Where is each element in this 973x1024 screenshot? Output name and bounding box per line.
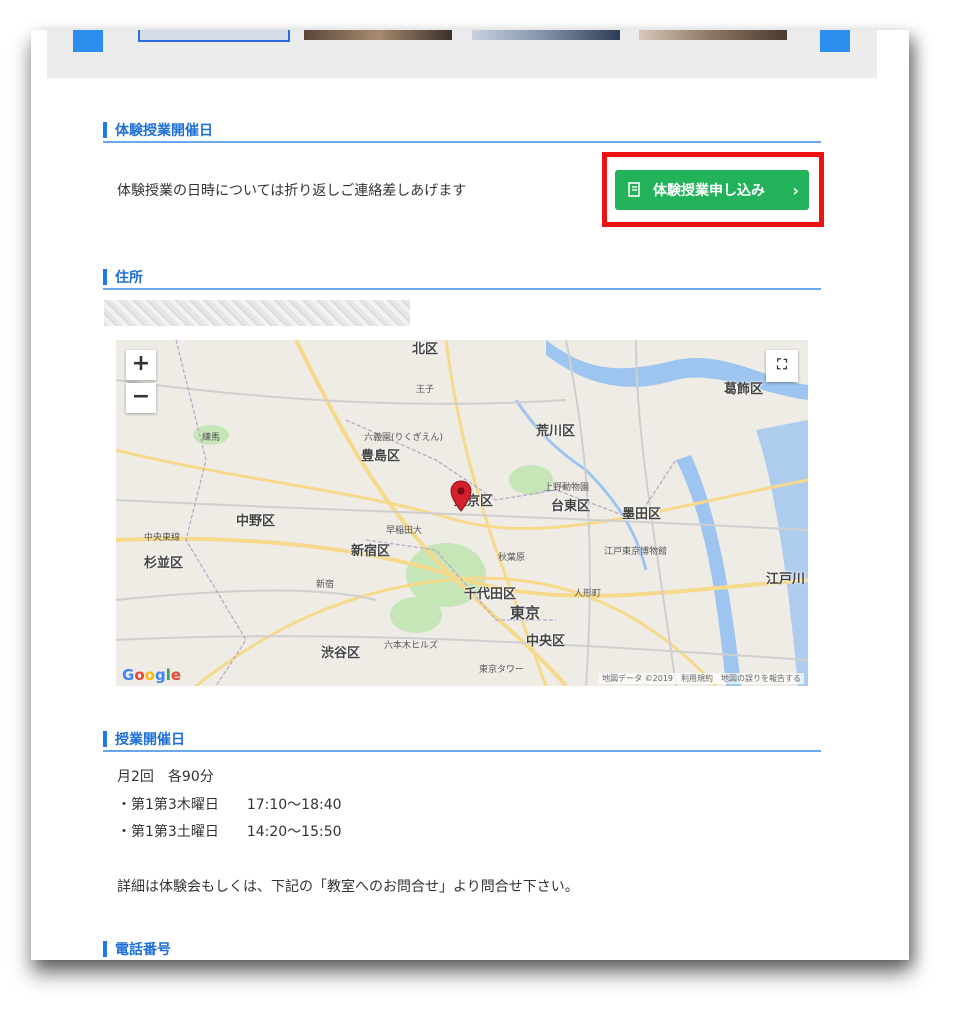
logo-letter: G xyxy=(122,666,135,684)
content-card: 体験授業開催日 体験授業の日時については折り返しご連絡差しあげます 体験授業申し… xyxy=(31,30,909,960)
section-header-schedule: 授業開催日 xyxy=(103,728,821,752)
map-poi-label: 人形町 xyxy=(574,589,602,599)
map-attribution[interactable]: 地図データ ©2019 利用規約 地図の誤りを報告する xyxy=(599,673,804,684)
schedule-line: 月2回 各90分 xyxy=(117,769,214,785)
gallery-prev-button[interactable] xyxy=(73,30,103,52)
map-label: 葛飾区 xyxy=(724,382,764,397)
logo-letter: o xyxy=(134,666,145,684)
map-poi-label: 江戸東京博物館 xyxy=(604,547,668,557)
section-bar xyxy=(103,941,107,957)
map-label: 豊島区 xyxy=(361,449,401,464)
gallery-thumbnail[interactable] xyxy=(138,30,290,42)
gallery-thumbnail[interactable] xyxy=(639,30,787,40)
zoom-in-button[interactable]: + xyxy=(126,350,156,380)
map-poi-label: 秋葉原 xyxy=(498,553,526,563)
section-title: 授業開催日 xyxy=(115,732,185,748)
map-poi-label: 早稲田大 xyxy=(386,526,423,536)
photo-gallery xyxy=(47,30,877,78)
section-title: 住所 xyxy=(115,270,143,286)
logo-letter: o xyxy=(144,666,155,684)
gallery-thumbnail[interactable] xyxy=(304,30,452,40)
section-header-address: 住所 xyxy=(103,266,821,290)
section-header-phone: 電話番号 xyxy=(103,938,821,960)
map-poi-label: 六本木ヒルズ xyxy=(384,641,439,651)
section-bar xyxy=(103,269,107,285)
map-poi-label: 中央東線 xyxy=(144,533,181,543)
schedule-line: ・第1第3木曜日 17:10〜18:40 xyxy=(117,797,342,813)
logo-letter: e xyxy=(170,666,182,684)
trial-note: 体験授業の日時については折り返しご連絡差しあげます xyxy=(117,183,467,199)
map-poi-label: 東京タワー xyxy=(479,665,525,675)
fullscreen-icon[interactable]: ⛶ xyxy=(766,350,798,382)
chevron-right-icon: › xyxy=(792,180,799,200)
section-title: 電話番号 xyxy=(115,942,171,958)
document-icon xyxy=(628,182,640,197)
trial-apply-button[interactable]: 体験授業申し込み › xyxy=(615,170,809,210)
map-label: 荒川区 xyxy=(536,424,576,439)
trial-apply-label: 体験授業申し込み xyxy=(653,183,765,199)
map-label: 江戸川 xyxy=(766,572,806,587)
map-label: 新宿区 xyxy=(351,544,391,559)
google-logo[interactable]: Google xyxy=(122,666,181,684)
section-title: 体験授業開催日 xyxy=(115,123,213,139)
schedule-line: ・第1第3土曜日 14:20〜15:50 xyxy=(117,824,342,840)
map-label: 中野区 xyxy=(236,514,276,529)
map-poi-label: 練馬 xyxy=(202,433,221,443)
map-label: 渋谷区 xyxy=(321,646,361,661)
map-poi-label: 六義園(りくぎえん) xyxy=(364,433,444,443)
map-label: 台東区 xyxy=(551,499,591,514)
map-label: 中央区 xyxy=(526,634,566,649)
gallery-thumbnail[interactable] xyxy=(472,30,620,40)
map-poi-label: 新宿 xyxy=(316,580,335,590)
map-label: 北区 xyxy=(412,342,439,357)
map-canvas xyxy=(116,340,808,686)
map-poi-label: 上野動物園 xyxy=(544,483,590,493)
map-label: 千代田区 xyxy=(464,587,517,602)
section-header-trial: 体験授業開催日 xyxy=(103,119,821,143)
gallery-next-button[interactable] xyxy=(820,30,850,52)
section-bar xyxy=(103,122,107,138)
logo-letter: g xyxy=(154,666,166,684)
map-pin-icon[interactable] xyxy=(450,480,472,512)
map-label: 杉並区 xyxy=(144,556,184,571)
redacted-address xyxy=(104,300,410,326)
section-bar xyxy=(103,731,107,747)
google-map[interactable]: 北区 荒川区 葛飾区 豊島区 文京区 台東区 墨田区 中野区 新宿区 杉並区 千… xyxy=(116,340,808,686)
map-label: 墨田区 xyxy=(622,507,662,522)
map-label: 東京 xyxy=(510,604,541,622)
zoom-out-button[interactable]: − xyxy=(126,383,156,413)
schedule-details: 詳細は体験会もしくは、下記の「教室へのお問合せ」より問合せ下さい。 xyxy=(117,879,579,895)
map-poi-label: 王子 xyxy=(416,385,435,395)
